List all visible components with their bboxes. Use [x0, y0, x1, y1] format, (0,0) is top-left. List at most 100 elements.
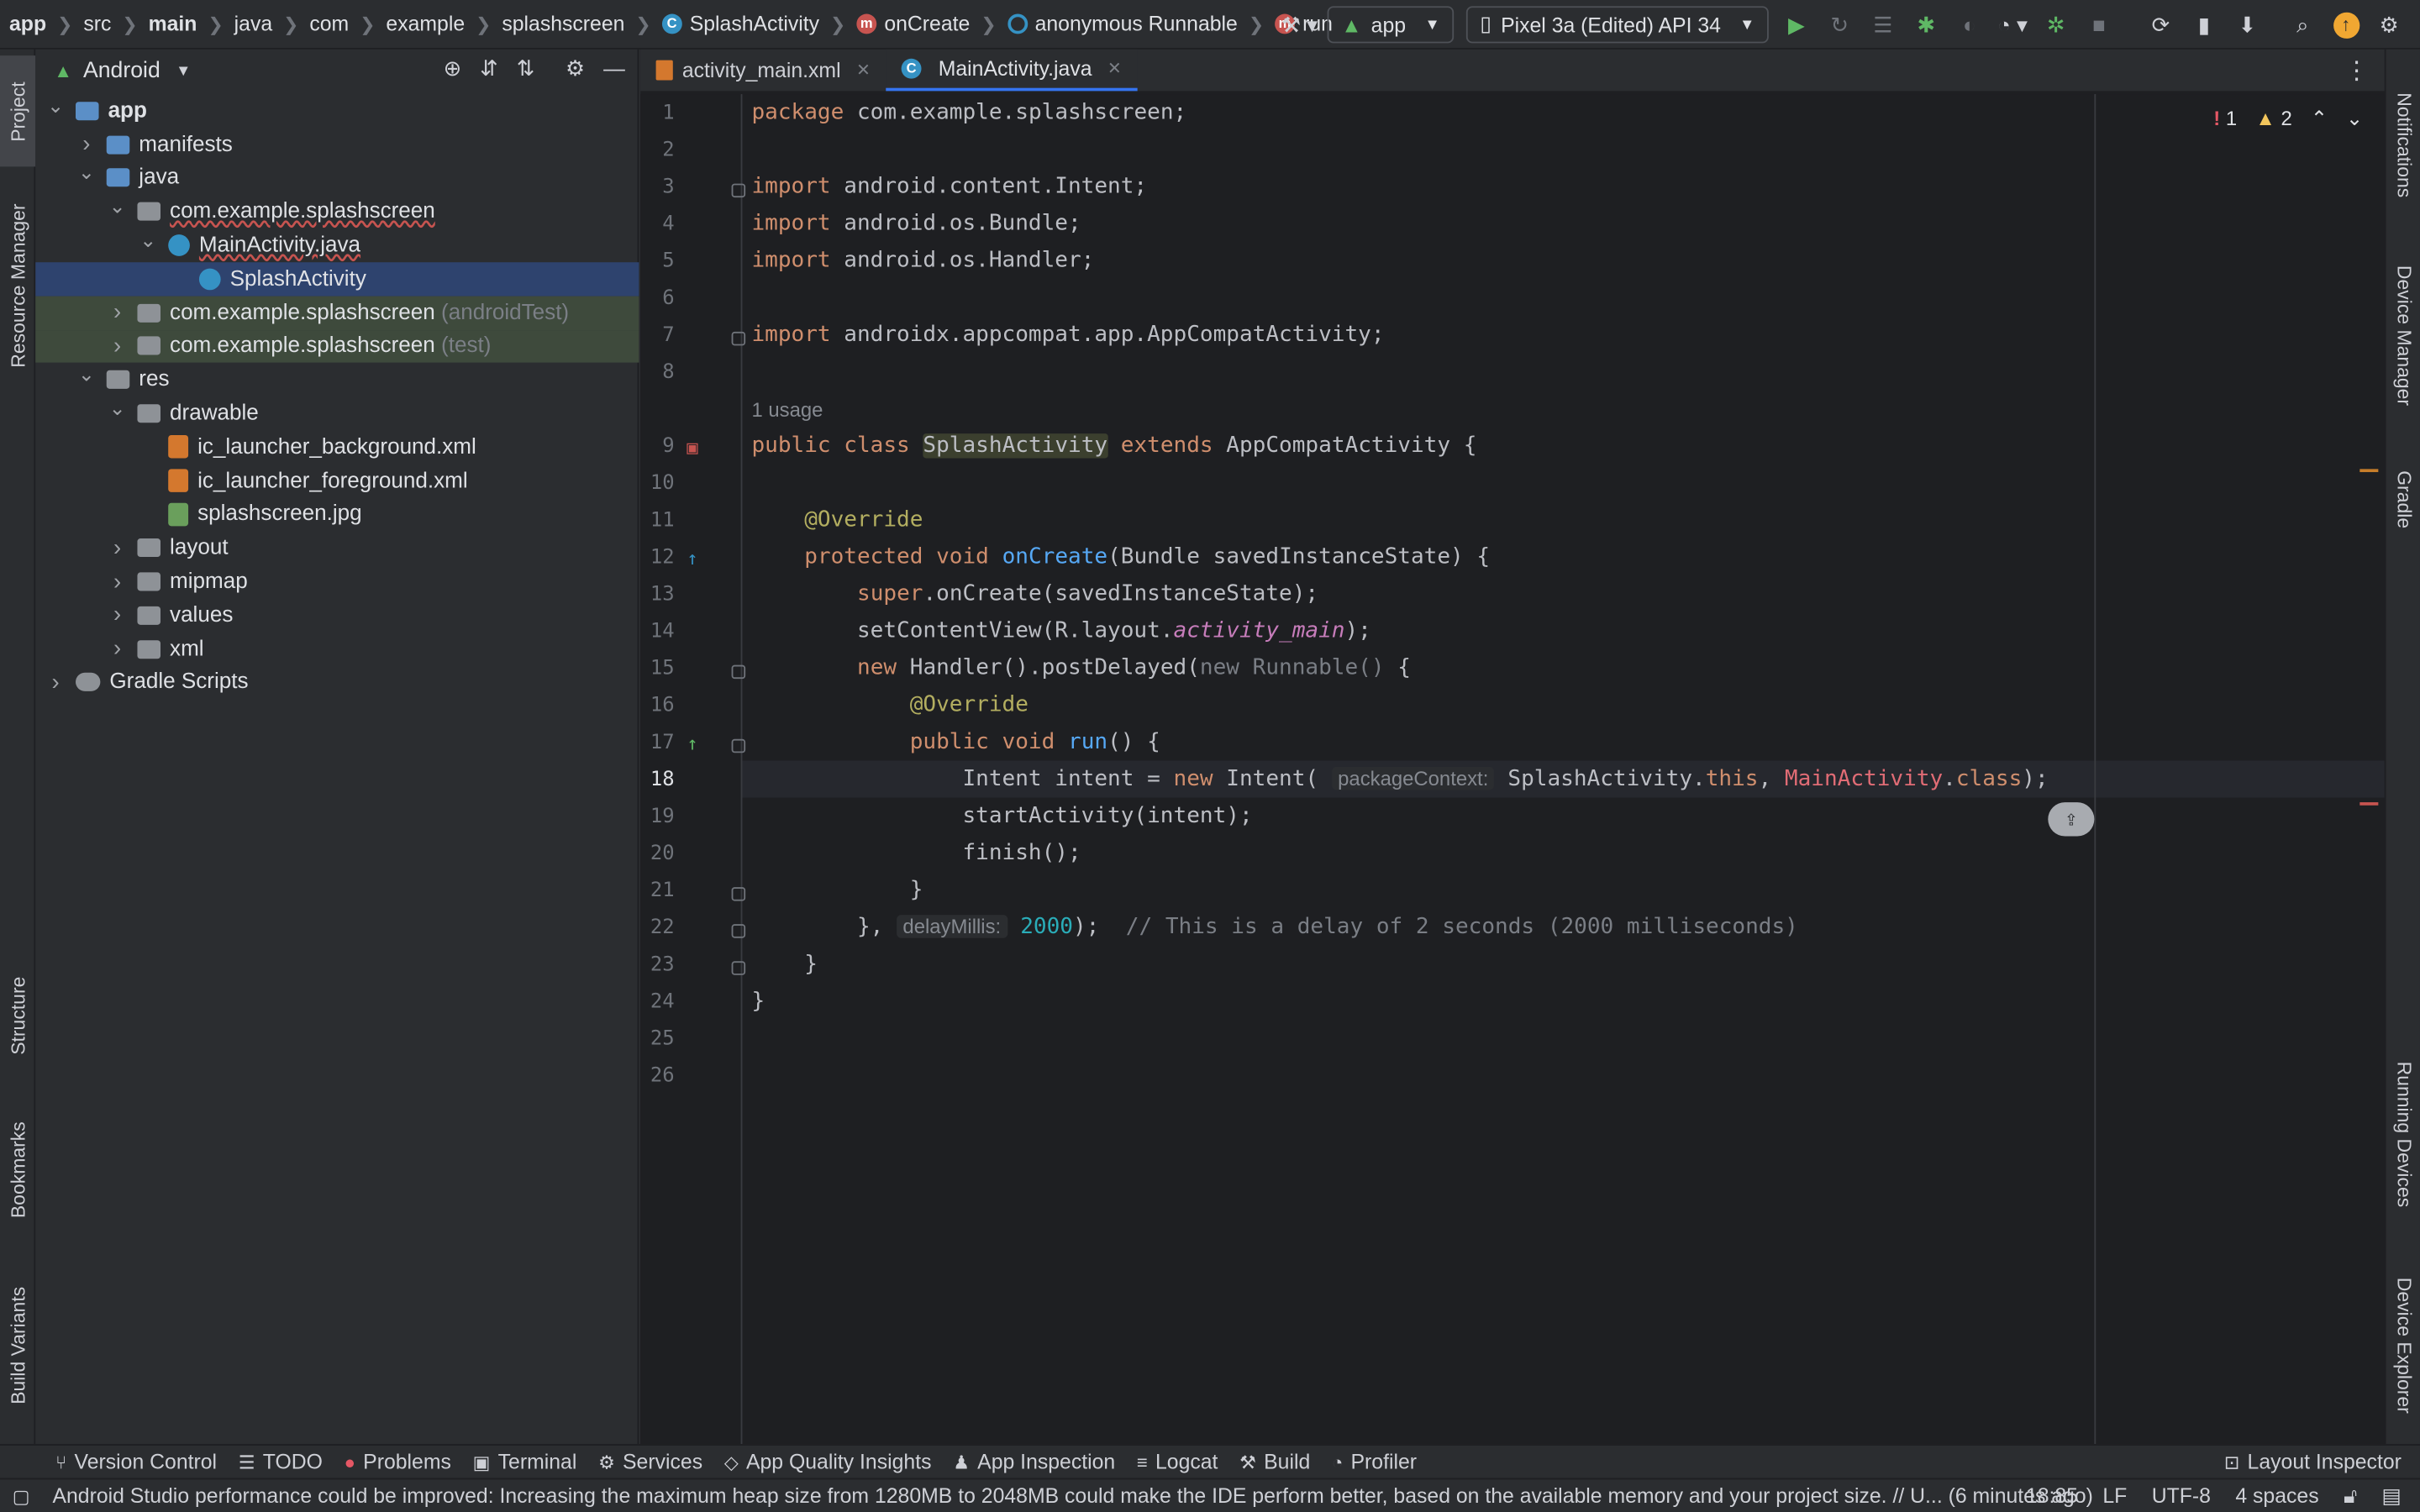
breadcrumb-item[interactable]: src: [83, 13, 111, 36]
chevron-down-icon[interactable]: ⌄: [107, 396, 129, 421]
lock-icon[interactable]: 🔓︎: [2344, 1483, 2357, 1508]
chevron-down-icon[interactable]: ⌄: [76, 363, 97, 387]
fold-marker-icon[interactable]: [731, 331, 746, 346]
tree-item[interactable]: › com.example.splashscreen (test): [35, 329, 639, 364]
chevron-right-icon[interactable]: ›: [107, 569, 129, 595]
tree-item[interactable]: ⌄ res: [35, 363, 639, 396]
bottom-tool-problems[interactable]: ● Problems: [345, 1450, 451, 1473]
fold-marker-icon[interactable]: [731, 924, 746, 938]
build-hammer-icon[interactable]: ⚒ ▾: [1281, 6, 1318, 43]
settings-gear-icon[interactable]: ⚙: [2370, 6, 2407, 43]
tree-item[interactable]: › mipmap: [35, 565, 639, 599]
tree-item[interactable]: ic_launcher_background.xml: [35, 430, 639, 464]
breadcrumb-item[interactable]: m onCreate: [856, 13, 970, 35]
caret-position[interactable]: 18:85: [2026, 1484, 2078, 1508]
error-stripe-marker[interactable]: [2360, 802, 2379, 806]
gradle-tool-tab[interactable]: Gradle: [2386, 454, 2420, 546]
coverage-icon[interactable]: ◐: [1951, 6, 1988, 43]
run-icon[interactable]: ▶: [1778, 6, 1815, 43]
fold-marker-icon[interactable]: [731, 738, 746, 753]
breadcrumb-item[interactable]: splashscreen: [502, 13, 624, 36]
indent-setting[interactable]: 4 spaces: [2235, 1484, 2318, 1508]
tree-item[interactable]: ⌄ com.example.splashscreen: [35, 195, 639, 228]
fold-marker-icon[interactable]: [731, 961, 746, 975]
expand-all-icon[interactable]: ⇵: [480, 55, 498, 81]
locate-icon[interactable]: ⊕: [444, 55, 462, 81]
more-options-icon[interactable]: ⋮: [2344, 55, 2369, 87]
tree-item[interactable]: SplashActivity: [35, 262, 639, 297]
breadcrumb-item[interactable]: example: [386, 13, 465, 36]
breadcrumb-item[interactable]: app: [9, 13, 46, 36]
override-gutter-icon[interactable]: ↑: [687, 548, 697, 570]
bottom-tool-services[interactable]: ⚙ Services: [598, 1450, 702, 1473]
implement-gutter-icon[interactable]: ↑: [687, 732, 697, 754]
breadcrumb-item[interactable]: C SplashActivity: [661, 13, 819, 35]
implementation-gutter-icon[interactable]: ▣: [687, 437, 697, 459]
tree-item[interactable]: › xml: [35, 633, 639, 666]
run-config-select[interactable]: ▲ app ▼: [1327, 6, 1455, 44]
file-encoding[interactable]: UTF-8: [2152, 1484, 2211, 1508]
device-manager-icon[interactable]: ▮: [2186, 6, 2223, 43]
gear-icon[interactable]: ⚙: [566, 55, 585, 81]
chevron-right-icon[interactable]: ›: [45, 669, 66, 696]
close-icon[interactable]: ✕: [1107, 59, 1122, 79]
layout-inspector-tab[interactable]: ⊡ Layout Inspector: [2224, 1450, 2402, 1473]
collapse-all-icon[interactable]: ⇅: [517, 55, 535, 81]
tree-item[interactable]: › layout: [35, 531, 639, 564]
editor-tab[interactable]: C MainActivity.java ✕: [886, 49, 1138, 92]
fold-marker-icon[interactable]: [731, 183, 746, 198]
tree-item[interactable]: › values: [35, 599, 639, 633]
tree-item[interactable]: ⌄ java: [35, 161, 639, 195]
usage-hint[interactable]: 1 usage: [751, 398, 823, 422]
inspection-widget[interactable]: ! 1 ▲ 2 ⌃ ⌄: [2213, 107, 2363, 131]
chevron-right-icon[interactable]: ›: [107, 602, 129, 628]
status-message[interactable]: Android Studio performance could be impr…: [52, 1484, 2092, 1508]
stop-icon[interactable]: ■: [2081, 6, 2118, 43]
build-variants-tool-tab[interactable]: Build Variants: [0, 1268, 35, 1423]
resource-manager-tool-tab[interactable]: Resource Manager: [0, 185, 35, 386]
attach-debugger-icon[interactable]: ✲: [2037, 6, 2074, 43]
notifications-tool-tab[interactable]: Notifications: [2386, 68, 2420, 223]
line-separator[interactable]: LF: [2102, 1484, 2127, 1508]
next-problem-icon[interactable]: ⌄: [2346, 107, 2363, 131]
bottom-tool-build[interactable]: ⚒ Build: [1239, 1450, 1310, 1473]
chevron-down-icon[interactable]: ⌄: [137, 228, 159, 253]
sync-gradle-icon[interactable]: ⟳: [2142, 6, 2179, 43]
structure-tool-tab[interactable]: Structure: [0, 957, 35, 1074]
breadcrumb-item[interactable]: anonymous Runnable: [1007, 13, 1238, 35]
chevron-down-icon[interactable]: ⌄: [107, 195, 129, 219]
profile-icon[interactable]: ◔ ▾: [1994, 6, 2031, 43]
device-select[interactable]: ▯ Pixel 3a (Edited) API 34 ▼: [1465, 6, 1769, 44]
bottom-tool-terminal[interactable]: ▣ Terminal: [473, 1450, 577, 1473]
tree-item[interactable]: ⌄ drawable: [35, 396, 639, 430]
chevron-right-icon[interactable]: ›: [107, 535, 129, 561]
bottom-tool-profiler[interactable]: ◔ Profiler: [1332, 1450, 1417, 1473]
sdk-manager-icon[interactable]: ⬇: [2228, 6, 2265, 43]
breadcrumb-item[interactable]: com: [309, 13, 349, 36]
error-count[interactable]: ! 1: [2213, 107, 2237, 131]
chevron-right-icon[interactable]: ›: [76, 131, 97, 157]
device-explorer-tool-tab[interactable]: Device Explorer: [2386, 1256, 2420, 1435]
rerun-icon[interactable]: ↻: [1821, 6, 1858, 43]
apply-changes-icon[interactable]: ☰: [1865, 6, 1902, 43]
bottom-tool-todo[interactable]: ☰ TODO: [239, 1450, 323, 1473]
search-icon[interactable]: ⌕: [2284, 6, 2321, 43]
breadcrumb-item[interactable]: java: [234, 13, 272, 36]
warning-stripe-marker[interactable]: [2360, 469, 2379, 473]
tree-item[interactable]: splashscreen.jpg: [35, 497, 639, 531]
tree-item[interactable]: › manifests: [35, 128, 639, 161]
editor-tab[interactable]: activity_main.xml ✕: [640, 50, 886, 92]
chevron-right-icon[interactable]: ›: [107, 300, 129, 326]
chevron-down-icon[interactable]: ⌄: [45, 94, 66, 118]
device-manager-tool-tab[interactable]: Device Manager: [2386, 247, 2420, 426]
update-icon[interactable]: ↑: [2328, 6, 2365, 43]
chevron-right-icon[interactable]: ›: [107, 333, 129, 360]
project-tool-tab[interactable]: Project: [0, 55, 36, 167]
tree-item[interactable]: ⌄ MainActivity.java: [35, 228, 639, 262]
running-devices-tool-tab[interactable]: Running Devices: [2386, 1043, 2420, 1226]
bottom-tool-version-control[interactable]: ⑂ Version Control: [55, 1450, 217, 1473]
hide-panel-icon[interactable]: —: [603, 55, 625, 81]
bottom-tool-logcat[interactable]: ≡ Logcat: [1137, 1450, 1218, 1473]
debug-icon[interactable]: ✱: [1907, 6, 1944, 43]
close-icon[interactable]: ✕: [856, 60, 871, 80]
